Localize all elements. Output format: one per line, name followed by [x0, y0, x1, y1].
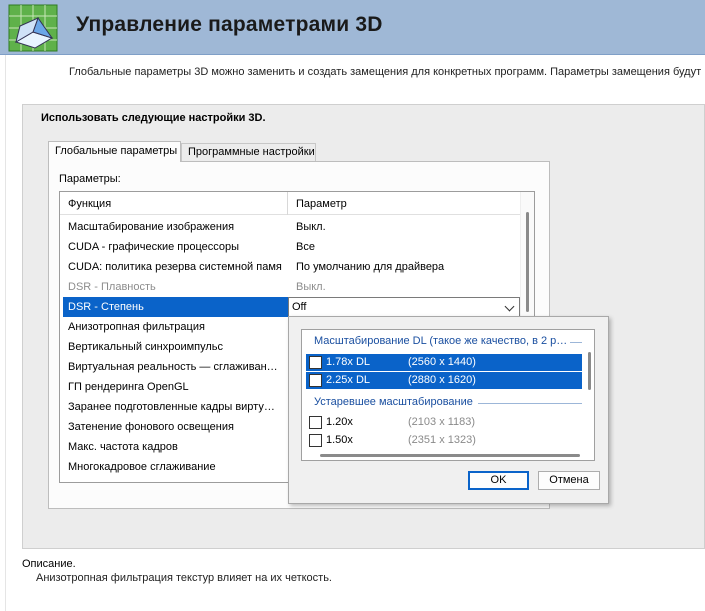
option-resolution: (2103 x 1183) — [408, 416, 476, 428]
scrollbar-thumb[interactable] — [588, 352, 591, 390]
row-function: Анизотропная фильтрация — [68, 321, 205, 333]
column-header-function[interactable]: Функция — [68, 198, 111, 210]
column-separator[interactable] — [287, 192, 288, 215]
row-function: Заранее подготовленные кадры вирту… — [68, 401, 275, 413]
table-row: DSR - Плавность Выкл. — [60, 277, 520, 297]
row-function: Виртуальная реальность — сглаживан… — [68, 361, 278, 373]
panel-title: Использовать следующие настройки 3D. — [41, 112, 266, 124]
row-parameter: Выкл. — [296, 281, 326, 293]
description-text: Анизотропная фильтрация текстур влияет н… — [36, 572, 332, 584]
list-header: Функция Параметр — [60, 192, 520, 215]
dsr-factors-list: Масштабирование DL (такое же качество, в… — [301, 329, 595, 461]
checkbox[interactable] — [309, 434, 322, 447]
page-title: Управление параметрами 3D — [76, 13, 383, 36]
row-parameter: По умолчанию для драйвера — [296, 261, 445, 273]
row-function: Макс. частота кадров — [68, 441, 178, 453]
checkbox[interactable] — [309, 374, 322, 387]
group-header-legacy-scaling: Устаревшее масштабирование — [314, 396, 473, 408]
option-resolution: (2880 x 1620) — [408, 374, 476, 386]
option-label: 1.20x — [326, 416, 353, 428]
row-function: DSR - Плавность — [68, 281, 156, 293]
combobox-value: Off — [292, 301, 307, 313]
row-function: Вертикальный синхроимпульс — [68, 341, 224, 353]
row-function: Масштабирование изображения — [68, 221, 235, 233]
popup-vertical-scrollbar[interactable] — [584, 330, 594, 460]
params-label: Параметры: — [59, 173, 121, 185]
cancel-button[interactable]: Отмена — [538, 471, 600, 490]
option-label: 1.50x — [326, 434, 353, 446]
group-divider — [570, 342, 582, 343]
group-divider — [478, 403, 582, 404]
dsr-factors-popup: Масштабирование DL (такое же качество, в… — [288, 316, 609, 504]
checkbox[interactable] — [309, 416, 322, 429]
row-function: ГП рендеринга OpenGL — [68, 381, 189, 393]
option-1-20x[interactable]: 1.20x (2103 x 1183) — [306, 414, 582, 431]
left-edge — [0, 55, 6, 611]
tab-global-settings[interactable]: Глобальные параметры — [48, 141, 181, 162]
row-function: CUDA: политика резерва системной памя… — [68, 261, 283, 273]
column-header-parameter[interactable]: Параметр — [296, 198, 347, 210]
row-parameter: Все — [296, 241, 315, 253]
description-label: Описание. — [22, 558, 76, 570]
row-function: Затенение фонового освещения — [68, 421, 234, 433]
table-row[interactable]: CUDA: политика резерва системной памя… П… — [60, 257, 520, 277]
row-function: DSR - Степень — [63, 297, 288, 317]
chevron-down-icon[interactable] — [504, 301, 515, 312]
dsr-factors-combobox[interactable]: Off — [288, 297, 520, 317]
option-label: 1.78x DL — [326, 356, 371, 368]
row-parameter: Выкл. — [296, 221, 326, 233]
ok-button[interactable]: OK — [468, 471, 529, 490]
scrollbar-thumb[interactable] — [526, 212, 529, 312]
table-row[interactable]: Масштабирование изображения Выкл. — [60, 217, 520, 237]
scrollbar-thumb[interactable] — [320, 454, 580, 457]
option-resolution: (2560 x 1440) — [408, 356, 476, 368]
app-header: Управление параметрами 3D — [0, 0, 705, 55]
option-label: 2.25x DL — [326, 374, 371, 386]
option-resolution: (2351 x 1323) — [408, 434, 476, 446]
tab-program-settings[interactable]: Программные настройки — [181, 143, 316, 161]
table-row-selected[interactable]: DSR - Степень Off — [60, 297, 520, 317]
group-header-dl-scaling: Масштабирование DL (такое же качество, в… — [314, 335, 568, 347]
row-function: CUDA - графические процессоры — [68, 241, 240, 253]
option-1-78x-dl[interactable]: 1.78x DL (2560 x 1440) — [306, 354, 582, 371]
row-function: Многокадровое сглаживание — [68, 461, 216, 473]
table-row[interactable]: CUDA - графические процессоры Все — [60, 237, 520, 257]
popup-horizontal-scrollbar[interactable] — [302, 450, 584, 460]
checkbox[interactable] — [309, 356, 322, 369]
option-1-50x[interactable]: 1.50x (2351 x 1323) — [306, 432, 582, 449]
3d-settings-icon — [8, 4, 58, 52]
page-subtitle: Глобальные параметры 3D можно заменить и… — [69, 66, 702, 78]
option-2-25x-dl[interactable]: 2.25x DL (2880 x 1620) — [306, 372, 582, 389]
